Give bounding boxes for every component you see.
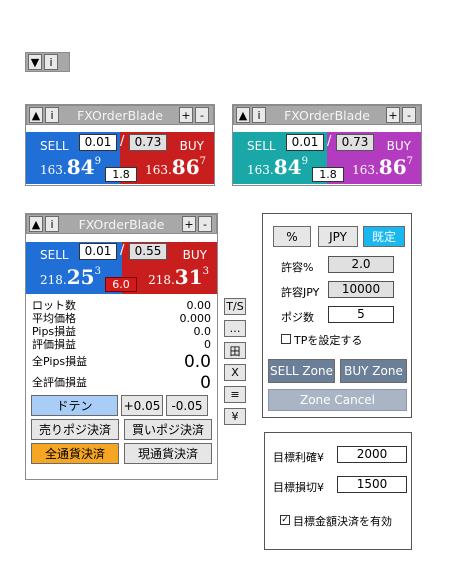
collapse-up-button[interactable]: ▲ xyxy=(236,107,250,123)
lot-separator: / xyxy=(120,134,125,149)
pos-count-label: ポジ数 xyxy=(281,311,314,324)
title-bar: ▲ i FXOrderBlade + - xyxy=(26,214,217,234)
all-pips-row: 全Pips損益 0.0 xyxy=(32,352,211,372)
order-window-2: ▲ i FXOrderBlade + - SELL 163.849 BUY 16… xyxy=(232,104,422,186)
info-button[interactable]: i xyxy=(44,54,58,70)
close-all-button[interactable]: 全通貨決済 xyxy=(31,443,119,464)
info-button[interactable]: i xyxy=(45,107,59,123)
pos-count-input[interactable]: 5 xyxy=(328,306,394,323)
lot-separator: / xyxy=(327,134,332,149)
grid-button[interactable]: 田 xyxy=(224,342,246,359)
target-loss-input[interactable]: 1500 xyxy=(337,476,407,493)
yen-button[interactable]: ¥ xyxy=(224,408,246,425)
title-bar: ▲ i FXOrderBlade + - xyxy=(233,105,421,125)
stat-row: 平均価格 0.000 xyxy=(32,312,211,325)
buy-price: 163.867 xyxy=(352,155,413,179)
minus-button[interactable]: - xyxy=(198,216,212,232)
allow-jpy-input[interactable]: 10000 xyxy=(328,281,394,298)
sell-price: 163.849 xyxy=(247,155,308,179)
quote-row: SELL 218.253 BUY 218.313 0.01 / 0.55 6.0 xyxy=(26,242,217,294)
title-bar: ▲ i FXOrderBlade + - xyxy=(26,105,214,125)
target-panel: 目標利確¥ 2000 目標損切¥ 1500 ✓ 目標金額決済を有効 xyxy=(264,432,412,550)
collapse-up-button[interactable]: ▲ xyxy=(29,216,43,232)
spread-value: 6.0 xyxy=(105,277,137,292)
order-window-3: ▲ i FXOrderBlade + - SELL 218.253 BUY 21… xyxy=(25,213,218,480)
allow-jpy-label: 許容JPY xyxy=(281,286,320,299)
action-row-3: 全通貨決済 現通貨決済 xyxy=(26,443,217,464)
plus-button[interactable]: + xyxy=(182,216,196,232)
window-title: FXOrderBlade xyxy=(284,107,370,123)
close-sell-button[interactable]: 売りポジ決済 xyxy=(31,419,119,440)
plus-button[interactable]: + xyxy=(179,107,193,123)
stat-row: ロット数 0.00 xyxy=(32,299,211,312)
info-button[interactable]: i xyxy=(45,216,59,232)
minus-button[interactable]: - xyxy=(195,107,209,123)
order-window-1: ▲ i FXOrderBlade + - SELL 163.849 BUY 16… xyxy=(25,104,215,186)
collapse-button[interactable]: ▼ xyxy=(28,54,42,70)
stat-row: Pips損益 0.0 xyxy=(32,325,211,338)
buy-label: BUY xyxy=(182,248,207,262)
target-loss-label: 目標損切¥ xyxy=(273,481,324,494)
sell-price: 163.849 xyxy=(40,155,101,179)
more-button[interactable]: … xyxy=(224,320,246,337)
ts-button[interactable]: T/S xyxy=(224,298,246,315)
spread-value: 1.8 xyxy=(105,167,137,182)
doten-button[interactable]: ドテン xyxy=(31,395,118,416)
plus-005-button[interactable]: +0.05 xyxy=(121,395,163,416)
enable-target-label: 目標金額決済を有効 xyxy=(293,515,392,528)
action-row-1: ドテン +0.05 -0.05 xyxy=(26,395,217,416)
default-tab[interactable]: 既定 xyxy=(363,226,405,247)
sell-lot-input[interactable]: 0.01 xyxy=(286,134,324,151)
action-row-2: 売りポジ決済 買いポジ決済 xyxy=(26,419,217,440)
percent-tab[interactable]: % xyxy=(273,226,311,247)
position-stats: ロット数 0.00 平均価格 0.000 Pips損益 0.0 評価損益 0 全Pips… xyxy=(26,299,217,393)
spread-value: 1.8 xyxy=(312,167,344,182)
zone-cancel-button[interactable]: Zone Cancel xyxy=(268,389,407,411)
tp-label: TPを設定する xyxy=(294,334,363,347)
target-profit-label: 目標利確¥ xyxy=(273,451,324,464)
window-title: FXOrderBlade xyxy=(77,107,163,123)
allow-pct-label: 許容% xyxy=(281,261,314,274)
quote-row: SELL 163.849 BUY 163.867 0.01 / 0.73 1.8 xyxy=(233,132,421,184)
target-profit-input[interactable]: 2000 xyxy=(337,446,407,463)
menu-icon[interactable]: ≡ xyxy=(224,386,246,403)
collapse-up-button[interactable]: ▲ xyxy=(29,107,43,123)
buy-label: BUY xyxy=(179,139,204,153)
quote-row: SELL 163.849 BUY 163.867 0.01 / 0.73 1.8 xyxy=(26,132,214,184)
close-icon[interactable]: X xyxy=(224,364,246,381)
plus-button[interactable]: + xyxy=(386,107,400,123)
buy-lot-input[interactable]: 0.73 xyxy=(336,134,374,151)
settings-panel: % JPY 既定 許容% 2.0 許容JPY 10000 ポジ数 5 TPを設定… xyxy=(262,213,412,418)
close-buy-button[interactable]: 買いポジ決済 xyxy=(124,419,212,440)
mini-toolbar: ▼ i xyxy=(25,52,70,72)
stat-row: 評価損益 0 xyxy=(32,338,211,351)
sell-label: SELL xyxy=(247,139,276,153)
enable-target-checkbox[interactable]: ✓ xyxy=(280,515,290,525)
sell-lot-input[interactable]: 0.01 xyxy=(79,134,117,151)
buy-price: 163.867 xyxy=(145,155,206,179)
minus-button[interactable]: - xyxy=(402,107,416,123)
all-eval-row: 全評価損益 0 xyxy=(32,373,211,393)
sell-price: 218.253 xyxy=(40,265,101,289)
buy-price: 218.313 xyxy=(148,265,209,289)
info-button[interactable]: i xyxy=(252,107,266,123)
buy-lot-input[interactable]: 0.73 xyxy=(129,134,167,151)
sell-label: SELL xyxy=(40,139,69,153)
minus-005-button[interactable]: -0.05 xyxy=(166,395,208,416)
tp-checkbox[interactable] xyxy=(281,334,291,344)
sell-zone-button[interactable]: SELL Zone xyxy=(268,359,335,383)
lot-separator: / xyxy=(120,243,125,258)
window-title: FXOrderBlade xyxy=(78,216,165,232)
allow-pct-input[interactable]: 2.0 xyxy=(328,256,394,273)
jpy-tab[interactable]: JPY xyxy=(318,226,358,247)
close-current-button[interactable]: 現通貨決済 xyxy=(124,443,212,464)
sell-lot-input[interactable]: 0.01 xyxy=(79,243,117,260)
buy-label: BUY xyxy=(386,139,411,153)
sell-label: SELL xyxy=(40,248,69,262)
buy-lot-input[interactable]: 0.55 xyxy=(129,243,167,260)
buy-zone-button[interactable]: BUY Zone xyxy=(340,359,407,383)
